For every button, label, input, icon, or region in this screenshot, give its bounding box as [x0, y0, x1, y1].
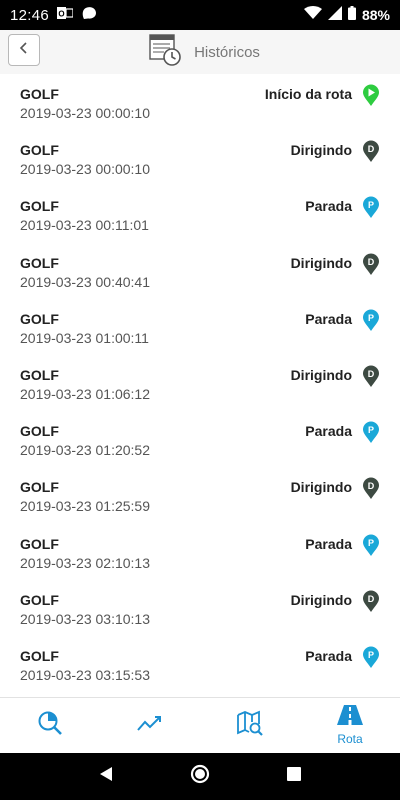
list-item[interactable]: GOLF 2019-03-23 00:00:10 Início da rota: [0, 74, 400, 130]
bottom-navigation: Rota: [0, 697, 400, 753]
wifi-icon: [303, 6, 322, 24]
svg-text:P: P: [368, 313, 374, 323]
list-item[interactable]: GOLF 2019-03-23 03:15:53 Parada P: [0, 636, 400, 692]
nav-label-rota: Rota: [337, 732, 363, 746]
history-report-icon: [148, 33, 182, 72]
nav-item-rota[interactable]: Rota: [300, 698, 400, 753]
map-search-icon: [237, 710, 263, 741]
chevron-left-icon: [18, 41, 30, 60]
parked-pin-icon: P: [362, 196, 380, 219]
event-status: Dirigindo: [290, 142, 352, 159]
event-status: Parada: [305, 647, 352, 664]
event-status: Dirigindo: [290, 366, 352, 383]
parked-pin-icon: P: [362, 534, 380, 556]
event-timestamp: 2019-03-23 01:20:52: [20, 442, 150, 459]
svg-text:O: O: [58, 10, 64, 19]
svg-text:P: P: [368, 650, 374, 660]
event-timestamp: 2019-03-23 00:00:10: [20, 105, 150, 121]
event-timestamp: 2019-03-23 02:10:13: [20, 554, 150, 571]
header-bar: Históricos: [0, 30, 400, 74]
notification-blob-icon: [81, 6, 97, 24]
event-status: Parada: [305, 535, 352, 552]
battery-icon: [347, 6, 356, 24]
svg-text:D: D: [368, 481, 375, 491]
svg-text:D: D: [368, 594, 375, 604]
back-button[interactable]: [8, 34, 40, 66]
driving-pin-icon: D: [362, 365, 380, 387]
list-item[interactable]: GOLF 2019-03-23 01:20:52 Parada P: [0, 411, 400, 467]
nav-item-search-chart[interactable]: [0, 698, 100, 753]
trend-line-icon: [137, 713, 163, 738]
route-start-pin-icon: [362, 84, 380, 106]
outlook-icon: O: [57, 6, 74, 24]
back-triangle-icon[interactable]: [98, 766, 114, 787]
road-icon: [337, 705, 363, 730]
status-bar: 12:46 O 88%: [0, 0, 400, 30]
svg-text:P: P: [368, 538, 374, 548]
driving-pin-icon: D: [362, 253, 380, 275]
svg-text:P: P: [368, 425, 374, 435]
event-timestamp: 2019-03-23 01:06:12: [20, 385, 150, 402]
event-status: Dirigindo: [290, 254, 352, 271]
driving-pin-icon: D: [362, 477, 380, 500]
event-timestamp: 2019-03-23 00:40:41: [20, 273, 150, 290]
nav-item-trend[interactable]: [100, 698, 200, 753]
list-item[interactable]: GOLF 2019-03-23 00:00:10 Dirigindo D: [0, 130, 400, 186]
battery-percentage: 88%: [361, 7, 390, 23]
parked-pin-icon: P: [362, 421, 380, 444]
search-chart-icon: [37, 710, 63, 741]
event-status: Parada: [305, 423, 352, 440]
list-item[interactable]: GOLF 2019-03-23 03:10:13 Dirigindo D: [0, 580, 400, 636]
driving-pin-icon: D: [362, 590, 380, 612]
app-screen: 12:46 O 88% Históricos GOLF 2019-03-23 0…: [0, 0, 400, 800]
event-status: Dirigindo: [290, 479, 352, 496]
event-timestamp: 2019-03-23 03:15:53: [20, 666, 150, 683]
page-title: Históricos: [194, 43, 260, 61]
parked-pin-icon: P: [362, 309, 380, 331]
svg-text:D: D: [368, 257, 375, 267]
driving-pin-icon: D: [362, 140, 380, 163]
list-item[interactable]: GOLF 2019-03-23 00:11:01 Parada P: [0, 186, 400, 242]
history-list: GOLF 2019-03-23 00:00:10 Início da rota GOL…: [0, 74, 400, 697]
event-timestamp: 2019-03-23 01:25:59: [20, 498, 150, 515]
signal-icon: [327, 6, 342, 24]
event-timestamp: 2019-03-23 01:00:11: [20, 329, 149, 346]
svg-text:P: P: [368, 200, 374, 210]
nav-item-map-search[interactable]: [200, 698, 300, 753]
svg-text:D: D: [368, 144, 375, 154]
android-navigation-bar: [0, 753, 400, 800]
event-timestamp: 2019-03-23 00:00:10: [20, 161, 150, 178]
event-status: Dirigindo: [290, 591, 352, 608]
event-status: Parada: [305, 310, 352, 327]
list-item[interactable]: GOLF 2019-03-23 01:25:59 Dirigindo D: [0, 467, 400, 523]
event-status: Início da rota: [264, 86, 352, 102]
list-item[interactable]: GOLF 2019-03-23 00:40:41 Dirigindo D: [0, 243, 400, 299]
list-item[interactable]: GOLF 2019-03-23 01:06:12 Dirigindo D: [0, 355, 400, 411]
home-circle-icon[interactable]: [190, 764, 210, 789]
recents-square-icon[interactable]: [286, 766, 302, 787]
event-timestamp: 2019-03-23 03:10:13: [20, 610, 150, 627]
status-time: 12:46: [10, 6, 50, 24]
event-timestamp: 2019-03-23 00:11:01: [20, 217, 149, 234]
parked-pin-icon: P: [362, 646, 380, 668]
event-status: Parada: [305, 198, 352, 215]
list-item[interactable]: GOLF 2019-03-23 02:10:13 Parada P: [0, 524, 400, 580]
list-item[interactable]: GOLF 2019-03-23 01:00:11 Parada P: [0, 299, 400, 355]
svg-text:D: D: [368, 369, 375, 379]
